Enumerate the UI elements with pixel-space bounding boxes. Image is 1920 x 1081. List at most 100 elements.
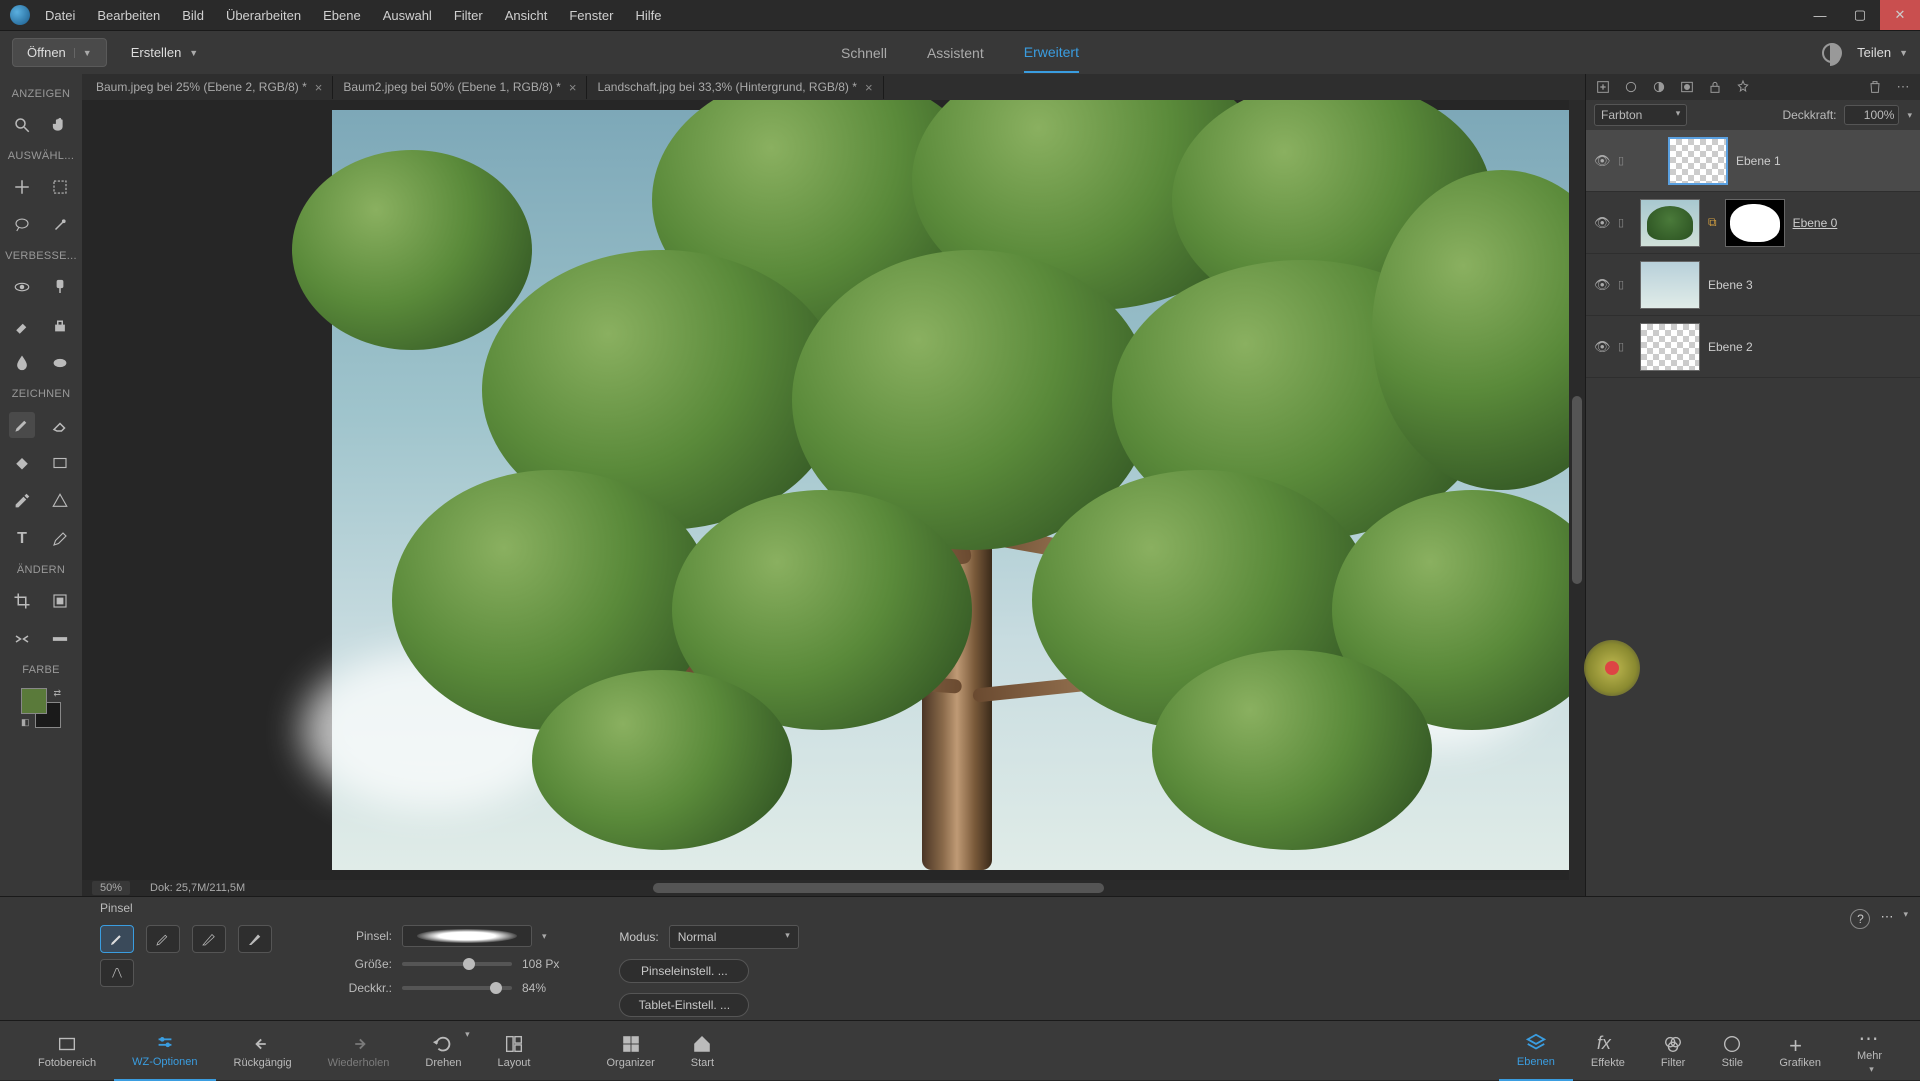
layer-thumbnail[interactable] (1640, 323, 1700, 371)
crop-tool[interactable] (9, 588, 35, 614)
layers-button[interactable]: Ebenen (1499, 1021, 1573, 1081)
menu-window[interactable]: Fenster (569, 8, 613, 23)
content-aware-tool[interactable] (9, 626, 35, 652)
recompose-tool[interactable] (47, 588, 73, 614)
filters-button[interactable]: Filter (1643, 1021, 1703, 1081)
smart-brush-tool[interactable] (9, 312, 35, 338)
organizer-button[interactable]: Organizer (588, 1021, 672, 1081)
blend-mode-select[interactable]: Farbton ▾ (1594, 104, 1687, 126)
vertical-scrollbar[interactable] (1569, 100, 1585, 880)
doc-tab[interactable]: Landschaft.jpg bei 33,3% (Hintergrund, R… (587, 76, 883, 99)
lock-icon[interactable]: ▯ (1618, 216, 1632, 229)
blend-mode-select[interactable]: Normal▾ (669, 925, 799, 949)
more-icon[interactable]: ⋯ (1880, 909, 1893, 925)
collapse-icon[interactable]: ▾ (1903, 909, 1908, 920)
size-value[interactable]: 108 Px (522, 957, 559, 971)
gradient-tool[interactable] (47, 450, 73, 476)
close-icon[interactable]: × (569, 80, 577, 95)
redo-button[interactable]: Wiederholen (310, 1021, 408, 1081)
menu-view[interactable]: Ansicht (505, 8, 548, 23)
magic-wand-tool[interactable] (47, 212, 73, 238)
styles-button[interactable]: Stile (1703, 1021, 1761, 1081)
layer-row[interactable]: 👁 ▯ Ebene 3 (1586, 254, 1920, 316)
graphics-button[interactable]: +Grafiken (1761, 1021, 1839, 1081)
close-icon[interactable]: × (865, 80, 873, 95)
opacity-slider[interactable] (402, 986, 512, 990)
create-button[interactable]: Erstellen ▼ (117, 39, 213, 66)
text-tool[interactable]: T (9, 526, 35, 552)
tablet-settings-button[interactable]: Tablet-Einstell. ... (619, 993, 749, 1017)
size-slider[interactable] (402, 962, 512, 966)
delete-layer-icon[interactable] (1866, 78, 1884, 96)
blur-tool[interactable] (9, 350, 35, 376)
eye-tool[interactable] (9, 274, 35, 300)
adjustment-layer-icon[interactable] (1650, 78, 1668, 96)
tab-guided[interactable]: Assistent (927, 34, 984, 72)
visibility-toggle-icon[interactable]: 👁 (1594, 215, 1610, 231)
menu-help[interactable]: Hilfe (635, 8, 661, 23)
opacity-input[interactable]: 100% (1844, 105, 1899, 125)
pencil-tool[interactable] (47, 526, 73, 552)
layer-row[interactable]: 👁 ▯ Ebene 1 (1586, 130, 1920, 192)
theme-toggle-icon[interactable] (1822, 43, 1842, 63)
zoom-level[interactable]: 50% (92, 881, 130, 895)
paint-bucket-tool[interactable] (9, 450, 35, 476)
visibility-toggle-icon[interactable]: 👁 (1594, 153, 1610, 169)
straighten-tool[interactable] (47, 626, 73, 652)
opacity-value[interactable]: 84% (522, 981, 546, 995)
rotate-button[interactable]: Drehen▾ (407, 1021, 479, 1081)
layer-thumbnail[interactable] (1640, 261, 1700, 309)
brush-preset-select[interactable] (402, 925, 532, 947)
visibility-toggle-icon[interactable]: 👁 (1594, 277, 1610, 293)
lasso-tool[interactable] (9, 212, 35, 238)
tab-quick[interactable]: Schnell (841, 34, 887, 72)
lock-icon[interactable]: ▯ (1618, 278, 1632, 291)
lock-layer-icon[interactable] (1706, 78, 1724, 96)
open-button[interactable]: Öffnen ▼ (12, 38, 107, 67)
layer-name[interactable]: Ebene 0 (1793, 216, 1838, 230)
scrollbar-thumb[interactable] (653, 883, 1104, 893)
layer-name[interactable]: Ebene 1 (1736, 154, 1781, 168)
brush-variant[interactable] (238, 925, 272, 953)
layer-mask-thumbnail[interactable] (1725, 199, 1785, 247)
horizontal-scrollbar[interactable] (82, 880, 1585, 896)
lock-icon[interactable]: ▯ (1618, 340, 1632, 353)
foreground-color-swatch[interactable] (21, 688, 47, 714)
doc-tab[interactable]: Baum.jpeg bei 25% (Ebene 2, RGB/8) *× (86, 76, 333, 99)
menu-filter[interactable]: Filter (454, 8, 483, 23)
layer-thumbnail[interactable] (1640, 199, 1700, 247)
chevron-down-icon[interactable]: ▾ (1907, 110, 1912, 121)
photo-bin-button[interactable]: Fotobereich (20, 1021, 114, 1081)
help-icon[interactable]: ? (1850, 909, 1870, 929)
sponge-tool[interactable] (47, 350, 73, 376)
layer-name[interactable]: Ebene 3 (1708, 278, 1753, 292)
new-group-icon[interactable] (1622, 78, 1640, 96)
layout-button[interactable]: Layout (479, 1021, 548, 1081)
home-button[interactable]: Start (673, 1021, 732, 1081)
new-layer-icon[interactable] (1594, 78, 1612, 96)
marquee-tool[interactable] (47, 174, 73, 200)
panel-menu-icon[interactable]: ⋯ (1894, 78, 1912, 96)
color-picker-tool[interactable] (9, 488, 35, 514)
layer-thumbnail[interactable] (1668, 137, 1728, 185)
share-button[interactable]: Teilen ▼ (1857, 45, 1908, 60)
menu-file[interactable]: Datei (45, 8, 75, 23)
canvas-viewport[interactable] (82, 100, 1585, 880)
more-button[interactable]: ⋯Mehr▾ (1839, 1021, 1900, 1081)
brush-tool[interactable] (9, 412, 35, 438)
brush-variant[interactable] (100, 925, 134, 953)
eraser-tool[interactable] (47, 412, 73, 438)
menu-image[interactable]: Bild (182, 8, 204, 23)
menu-edit[interactable]: Bearbeiten (97, 8, 160, 23)
maximize-button[interactable]: ▢ (1840, 0, 1880, 30)
move-tool[interactable] (9, 174, 35, 200)
brush-variant[interactable] (146, 925, 180, 953)
shape-tool[interactable] (47, 488, 73, 514)
layer-row[interactable]: 👁 ▯ Ebene 2 (1586, 316, 1920, 378)
close-button[interactable]: ✕ (1880, 0, 1920, 30)
close-icon[interactable]: × (315, 80, 323, 95)
canvas[interactable] (332, 110, 1582, 870)
layer-effects-icon[interactable] (1734, 78, 1752, 96)
menu-select[interactable]: Auswahl (383, 8, 432, 23)
hand-tool[interactable] (47, 112, 73, 138)
